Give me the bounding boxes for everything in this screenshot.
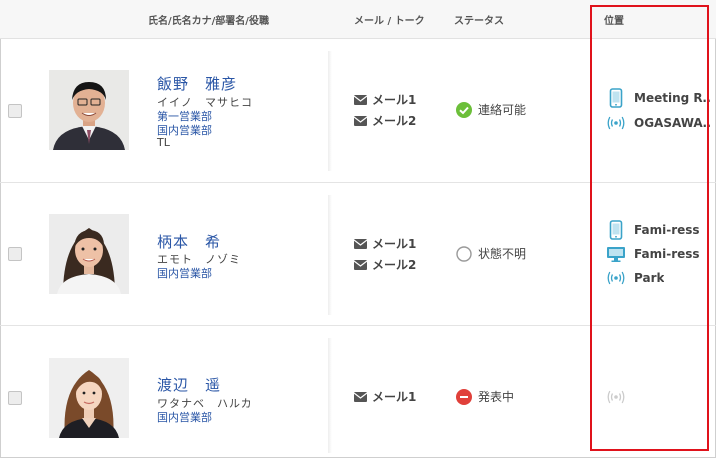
avatar <box>49 214 129 294</box>
mail-icon <box>354 259 367 270</box>
beacon-inactive-icon <box>607 390 625 404</box>
mail-icon <box>354 115 367 126</box>
row-checkbox[interactable] <box>8 104 22 118</box>
mail-icon <box>354 238 367 249</box>
smartphone-icon <box>609 88 623 108</box>
minus-circle-icon <box>456 388 472 405</box>
row-checkbox[interactable] <box>8 391 22 405</box>
table-row: 渡辺 遥 ワタナベ ハルカ 国内営業部 メール1 発表中 <box>0 326 716 458</box>
mail-label: メール2 <box>372 114 417 128</box>
avatar <box>49 358 129 438</box>
location-entry[interactable]: Fami-ress <box>606 220 700 240</box>
location-label: Park <box>634 271 665 285</box>
location-entry[interactable]: Meeting R… <box>606 88 710 108</box>
table-row: 柄本 希 エモト ノゾミ 国内営業部 メール1 メール2 状態不明 Fami-r… <box>0 183 716 326</box>
header-mail-column: メール / トーク <box>354 16 425 27</box>
mail-link[interactable]: メール1 <box>354 91 416 108</box>
header-name-column: 氏名/氏名カナ/部署名/役職 <box>148 16 269 27</box>
location-entry <box>606 387 626 407</box>
check-circle-icon <box>456 101 472 118</box>
beacon-icon <box>607 271 625 285</box>
smartphone-icon <box>609 220 623 240</box>
status-label: 発表中 <box>478 390 515 404</box>
header-status-column: ステータス <box>454 16 504 27</box>
mail-label: メール1 <box>372 237 417 251</box>
location-label: Fami-ress <box>634 247 700 261</box>
mail-label: メール1 <box>372 390 417 404</box>
member-department[interactable]: 国内営業部 <box>157 409 212 425</box>
beacon-icon <box>607 116 625 130</box>
header-location-column: 位置 <box>604 16 624 27</box>
monitor-icon <box>607 247 625 262</box>
mail-icon <box>354 391 367 402</box>
mail-icon <box>354 94 367 105</box>
location-entry[interactable]: Fami-ress <box>606 244 700 264</box>
status-label: 連絡可能 <box>478 103 527 117</box>
member-name[interactable]: 渡辺 遥 <box>157 374 221 395</box>
location-label: Meeting R… <box>634 91 710 105</box>
mail-link[interactable]: メール2 <box>354 112 416 129</box>
location-entry[interactable]: Park <box>606 268 664 288</box>
location-label: Fami-ress <box>634 223 700 237</box>
table-row: 飯野 雅彦 イイノ マサヒコ 第一営業部 国内営業部 TL メール1 メール2 … <box>0 39 716 183</box>
table-header: 氏名/氏名カナ/部署名/役職 メール / トーク ステータス 位置 <box>0 0 716 39</box>
status-indicator: 発表中 <box>456 388 514 405</box>
member-name[interactable]: 柄本 希 <box>157 231 221 252</box>
location-entry[interactable]: OGASAWA… <box>606 113 710 133</box>
mail-link[interactable]: メール1 <box>354 235 416 252</box>
row-checkbox[interactable] <box>8 247 22 261</box>
member-name[interactable]: 飯野 雅彦 <box>157 73 237 94</box>
mail-link[interactable]: メール1 <box>354 388 416 405</box>
member-department[interactable]: 国内営業部 <box>157 265 212 281</box>
divider <box>328 195 332 315</box>
avatar <box>49 70 129 150</box>
mail-label: メール2 <box>372 258 417 272</box>
mail-link[interactable]: メール2 <box>354 256 416 273</box>
divider <box>328 51 332 171</box>
empty-circle-icon <box>456 245 472 262</box>
member-role: TL <box>157 136 170 149</box>
status-indicator: 状態不明 <box>456 245 526 262</box>
mail-label: メール1 <box>372 93 417 107</box>
status-indicator: 連絡可能 <box>456 101 526 118</box>
status-label: 状態不明 <box>478 247 527 261</box>
divider <box>328 338 332 453</box>
location-label: OGASAWA… <box>634 116 710 130</box>
